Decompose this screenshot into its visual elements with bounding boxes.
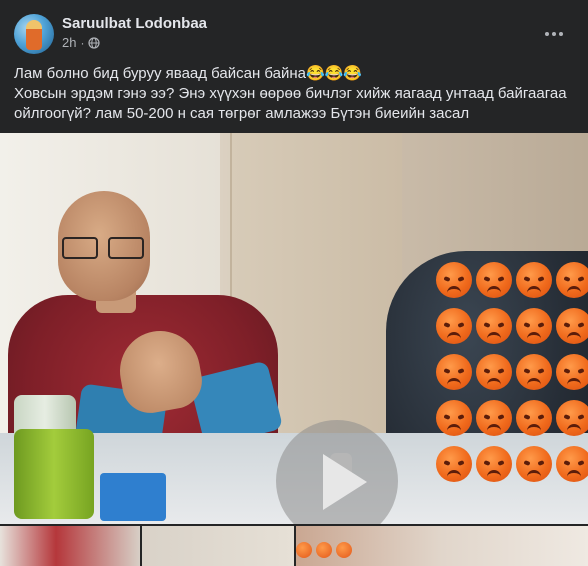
angry-face-emoji	[516, 400, 552, 436]
glasses	[62, 237, 150, 259]
angry-face-emoji	[316, 542, 332, 558]
more-dot	[559, 32, 563, 36]
post-text-line: ойлгоогүй? лам 50-200 н сая төгрөг амлаж…	[14, 105, 470, 122]
meta-separator: ·	[80, 35, 85, 50]
post-text-line: Ховсын эрдэм гэнэ ээ? Энэ хүүхэн өөрөө б…	[14, 85, 567, 102]
angry-face-emoji	[556, 400, 588, 436]
angry-face-emoji	[516, 308, 552, 344]
angry-face-emoji	[556, 354, 588, 390]
author-avatar[interactable]	[14, 14, 54, 54]
angry-face-emoji	[516, 262, 552, 298]
angry-emoji-overlay	[436, 262, 588, 488]
glasses-lens	[108, 237, 144, 259]
post-meta: 2h ·	[62, 35, 101, 50]
angry-face-emoji	[476, 446, 512, 482]
video-player[interactable]	[0, 133, 588, 524]
post-text: Лам болно бид буруу яваад байсан байна😂😂…	[14, 64, 574, 124]
angry-face-emoji	[476, 354, 512, 390]
more-options-button[interactable]	[540, 22, 568, 46]
thumbnail[interactable]	[296, 526, 588, 566]
more-horizontal-icon	[545, 32, 549, 36]
author-name[interactable]: Saruulbat Lodonbaa	[62, 15, 207, 32]
angry-face-emoji	[436, 262, 472, 298]
post-text-line: Лам болно бид буруу яваад байсан байна😂😂…	[14, 65, 363, 82]
post-time[interactable]: 2h	[62, 35, 76, 50]
angry-face-emoji	[436, 308, 472, 344]
angry-face-emoji	[436, 400, 472, 436]
blue-box	[100, 473, 166, 521]
angry-face-emoji	[556, 308, 588, 344]
post-header: Saruulbat Lodonbaa 2h ·	[14, 12, 574, 56]
glasses-lens	[62, 237, 98, 259]
media-thumbnails	[0, 526, 588, 566]
angry-face-emoji	[516, 354, 552, 390]
angry-face-emoji	[336, 542, 352, 558]
avatar-figure	[26, 20, 42, 50]
angry-face-emoji	[296, 542, 312, 558]
thumbnail[interactable]	[0, 526, 140, 566]
globe-icon[interactable]	[88, 36, 101, 49]
thumbnail[interactable]	[142, 526, 294, 566]
play-icon	[323, 454, 367, 510]
angry-face-emoji	[476, 262, 512, 298]
angry-face-emoji	[516, 446, 552, 482]
more-dot	[552, 32, 556, 36]
angry-face-emoji	[436, 446, 472, 482]
angry-face-emoji	[556, 262, 588, 298]
green-cup	[14, 429, 94, 519]
angry-face-emoji	[556, 446, 588, 482]
angry-face-emoji	[476, 308, 512, 344]
angry-face-emoji	[476, 400, 512, 436]
facebook-post: Saruulbat Lodonbaa 2h · Лам болно бид бу…	[0, 0, 588, 566]
angry-face-emoji	[436, 354, 472, 390]
